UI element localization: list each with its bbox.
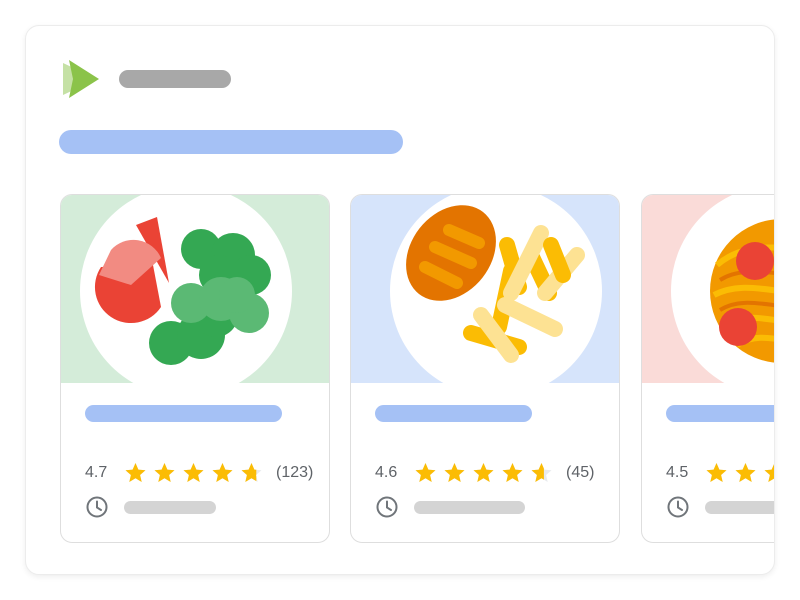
cook-time-placeholder [124,500,216,514]
cook-time-row [666,495,774,519]
recipe-title-placeholder [666,405,774,422]
rating-row: 4.6 (45) [375,461,594,485]
star-icon [154,463,175,482]
star-icon [531,463,552,482]
star-icon [415,463,436,482]
star-icon [502,463,523,482]
rating-value: 4.5 [666,464,689,481]
star-rating [411,461,556,485]
cook-time-row [375,495,525,519]
star-icon [212,463,233,482]
cook-time-placeholder [705,500,774,514]
clock-icon [86,496,108,518]
star-icon [444,463,465,482]
recipe-image [61,195,329,383]
star-icon [735,463,756,482]
rating-row: 4.7 (123) [85,461,313,485]
cook-time-placeholder [414,500,525,514]
review-count: (123) [276,464,314,481]
rating-value: 4.6 [375,464,398,481]
chicken-and-fries-icon [390,195,602,383]
star-icon [125,463,146,482]
star-icon [241,463,262,482]
pasta-icon [671,195,774,383]
recipe-results-panel: 4.7 (123) 4.6 (45) 4.5 [25,25,775,575]
star-rating [121,461,266,485]
rating-row: 4.5 [666,461,774,485]
clock-icon [667,496,689,518]
clock-icon [376,496,398,518]
recipe-title-placeholder [85,405,282,422]
star-icon [706,463,727,482]
recipe-card[interactable]: 4.7 (123) [60,194,330,543]
recipe-carousel[interactable]: 4.7 (123) 4.6 (45) 4.5 [26,26,774,574]
recipe-card[interactable]: 4.6 (45) [350,194,620,543]
star-rating [702,461,774,485]
recipe-title-placeholder [375,405,532,422]
cook-time-row [85,495,216,519]
recipe-image [351,195,619,383]
star-icon [183,463,204,482]
recipe-card[interactable]: 4.5 [641,194,774,543]
rating-value: 4.7 [85,464,108,481]
recipe-image [642,195,774,383]
salad-icon [80,195,292,383]
star-icon [473,463,494,482]
star-icon [764,464,774,482]
review-count: (45) [566,464,595,481]
